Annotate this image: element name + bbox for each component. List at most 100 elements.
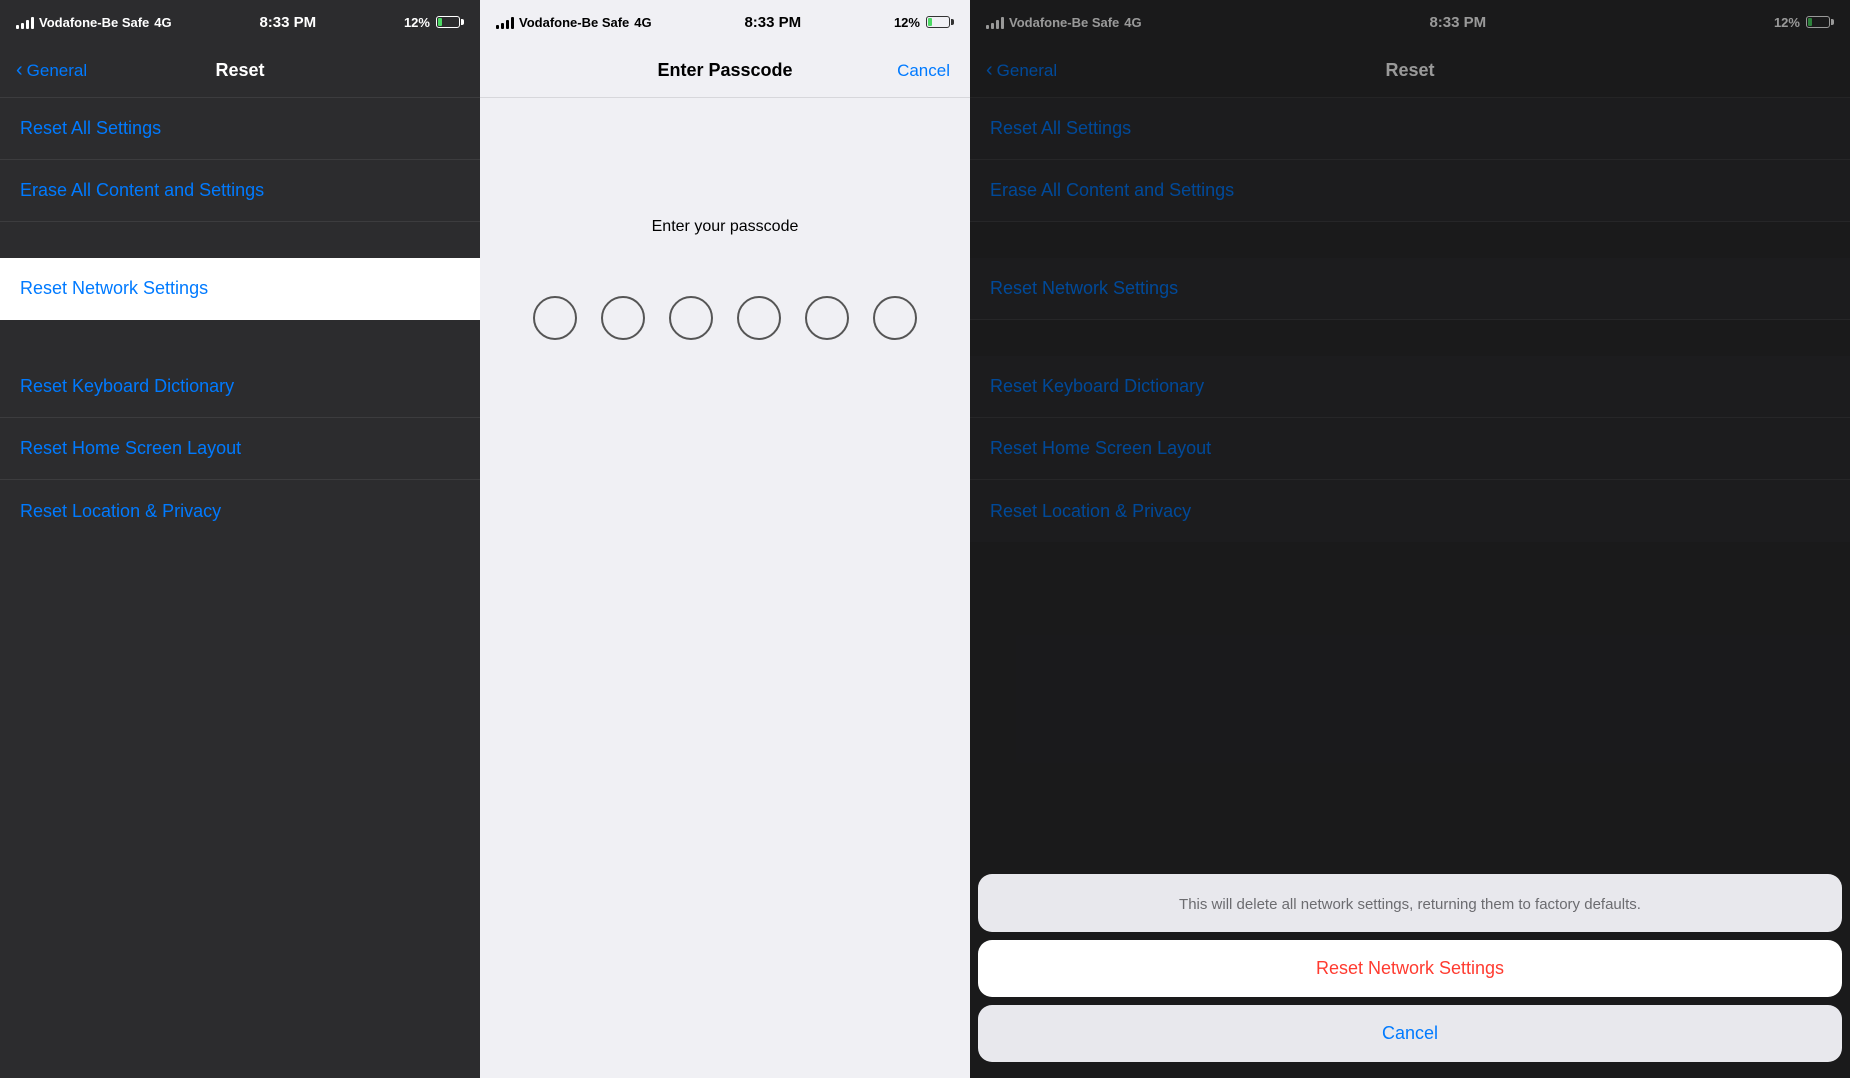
left-battery-icon <box>436 16 464 28</box>
right-status-left: Vodafone-Be Safe 4G <box>986 15 1142 30</box>
center-status-left: Vodafone-Be Safe 4G <box>496 15 652 30</box>
right-status-bar: Vodafone-Be Safe 4G 8:33 PM 12% <box>970 0 1850 44</box>
right-battery-body <box>1806 16 1830 28</box>
left-status-left: Vodafone-Be Safe 4G <box>16 15 172 30</box>
right-section-2: Reset Network Settings <box>970 258 1850 320</box>
passcode-dot-1 <box>533 296 577 340</box>
right-item-reset-location-label: Reset Location & Privacy <box>990 501 1191 522</box>
right-back-chevron-icon: ‹ <box>986 60 993 80</box>
passcode-instruction: Enter your passcode <box>652 218 799 236</box>
left-item-reset-location[interactable]: Reset Location & Privacy <box>0 480 480 542</box>
right-battery-icon <box>1806 16 1834 28</box>
left-time: 8:33 PM <box>259 14 316 31</box>
right-nav-bar: ‹ General Reset <box>970 44 1850 98</box>
center-battery-fill <box>928 18 932 26</box>
left-nav-title: Reset <box>215 60 264 81</box>
left-battery-pct: 12% <box>404 15 430 30</box>
center-status-right: 12% <box>894 15 954 30</box>
left-back-button[interactable]: ‹ General <box>16 61 87 81</box>
center-time: 8:33 PM <box>744 14 801 31</box>
passcode-dot-4 <box>737 296 781 340</box>
left-section-gap-1 <box>0 222 480 258</box>
right-item-reset-home[interactable]: Reset Home Screen Layout <box>970 418 1850 480</box>
passcode-dots <box>533 296 917 340</box>
right-time: 8:33 PM <box>1429 14 1486 31</box>
center-status-bar: Vodafone-Be Safe 4G 8:33 PM 12% <box>480 0 970 44</box>
right-section-gap-2 <box>970 320 1850 356</box>
right-back-button[interactable]: ‹ General <box>986 61 1057 81</box>
right-network: 4G <box>1124 15 1141 30</box>
center-battery-icon <box>926 16 954 28</box>
right-section-1: Reset All Settings Erase All Content and… <box>970 98 1850 222</box>
right-section-gap-1 <box>970 222 1850 258</box>
left-item-reset-home-label: Reset Home Screen Layout <box>20 438 241 459</box>
left-nav-bar: ‹ General Reset <box>0 44 480 98</box>
left-status-right: 12% <box>404 15 464 30</box>
left-item-reset-location-label: Reset Location & Privacy <box>20 501 221 522</box>
battery-fill <box>438 18 442 26</box>
left-section-1: Reset All Settings Erase All Content and… <box>0 98 480 222</box>
passcode-dot-6 <box>873 296 917 340</box>
right-item-reset-keyboard-label: Reset Keyboard Dictionary <box>990 376 1204 397</box>
left-section-2: Reset Network Settings <box>0 258 480 320</box>
right-item-reset-home-label: Reset Home Screen Layout <box>990 438 1211 459</box>
right-status-right: 12% <box>1774 15 1834 30</box>
alert-cancel-button[interactable]: Cancel <box>978 1005 1842 1062</box>
alert-message: This will delete all network settings, r… <box>978 874 1842 933</box>
right-battery-tip <box>1831 19 1834 25</box>
center-nav-title: Enter Passcode <box>657 60 792 81</box>
right-item-erase-all-label: Erase All Content and Settings <box>990 180 1234 201</box>
right-section-3: Reset Keyboard Dictionary Reset Home Scr… <box>970 356 1850 542</box>
battery-tip <box>461 19 464 25</box>
right-battery-fill <box>1808 18 1812 26</box>
center-nav-bar: Enter Passcode Cancel <box>480 44 970 98</box>
center-battery-body <box>926 16 950 28</box>
left-settings-list: Reset All Settings Erase All Content and… <box>0 98 480 1078</box>
right-item-reset-location[interactable]: Reset Location & Privacy <box>970 480 1850 542</box>
right-item-reset-network-label: Reset Network Settings <box>990 278 1178 299</box>
right-item-reset-all[interactable]: Reset All Settings <box>970 98 1850 160</box>
alert-box: This will delete all network settings, r… <box>978 874 1842 933</box>
left-status-bar: Vodafone-Be Safe 4G 8:33 PM 12% <box>0 0 480 44</box>
alert-overlay: This will delete all network settings, r… <box>970 874 1850 1078</box>
right-back-label: General <box>997 61 1057 81</box>
passcode-dot-3 <box>669 296 713 340</box>
left-item-reset-keyboard-label: Reset Keyboard Dictionary <box>20 376 234 397</box>
center-carrier: Vodafone-Be Safe <box>519 15 629 30</box>
right-item-erase-all[interactable]: Erase All Content and Settings <box>970 160 1850 222</box>
left-item-reset-network[interactable]: Reset Network Settings <box>0 258 480 320</box>
left-network: 4G <box>154 15 171 30</box>
back-chevron-icon: ‹ <box>16 60 23 80</box>
center-network: 4G <box>634 15 651 30</box>
right-signal-icon <box>986 15 1004 29</box>
passcode-dot-2 <box>601 296 645 340</box>
left-section-gap-2 <box>0 320 480 356</box>
right-nav-title: Reset <box>1385 60 1434 81</box>
left-panel: Vodafone-Be Safe 4G 8:33 PM 12% ‹ Genera… <box>0 0 480 1078</box>
left-item-reset-home[interactable]: Reset Home Screen Layout <box>0 418 480 480</box>
right-carrier: Vodafone-Be Safe <box>1009 15 1119 30</box>
right-battery-pct: 12% <box>1774 15 1800 30</box>
left-carrier: Vodafone-Be Safe <box>39 15 149 30</box>
right-panel: Vodafone-Be Safe 4G 8:33 PM 12% ‹ Genera… <box>970 0 1850 1078</box>
center-cancel-button[interactable]: Cancel <box>897 61 950 81</box>
center-panel: Vodafone-Be Safe 4G 8:33 PM 12% Enter Pa… <box>480 0 970 1078</box>
left-section-3: Reset Keyboard Dictionary Reset Home Scr… <box>0 356 480 542</box>
passcode-dot-5 <box>805 296 849 340</box>
left-item-reset-all[interactable]: Reset All Settings <box>0 98 480 160</box>
passcode-content: Enter your passcode <box>480 98 970 1078</box>
center-battery-tip <box>951 19 954 25</box>
left-item-erase-all-label: Erase All Content and Settings <box>20 180 264 201</box>
left-item-erase-all[interactable]: Erase All Content and Settings <box>0 160 480 222</box>
left-item-reset-all-label: Reset All Settings <box>20 118 161 139</box>
battery-body <box>436 16 460 28</box>
right-item-reset-keyboard[interactable]: Reset Keyboard Dictionary <box>970 356 1850 418</box>
center-signal-icon <box>496 15 514 29</box>
right-item-reset-network[interactable]: Reset Network Settings <box>970 258 1850 320</box>
left-back-label: General <box>27 61 87 81</box>
right-item-reset-all-label: Reset All Settings <box>990 118 1131 139</box>
alert-confirm-button[interactable]: Reset Network Settings <box>978 940 1842 997</box>
signal-icon <box>16 15 34 29</box>
left-item-reset-keyboard[interactable]: Reset Keyboard Dictionary <box>0 356 480 418</box>
center-battery-pct: 12% <box>894 15 920 30</box>
